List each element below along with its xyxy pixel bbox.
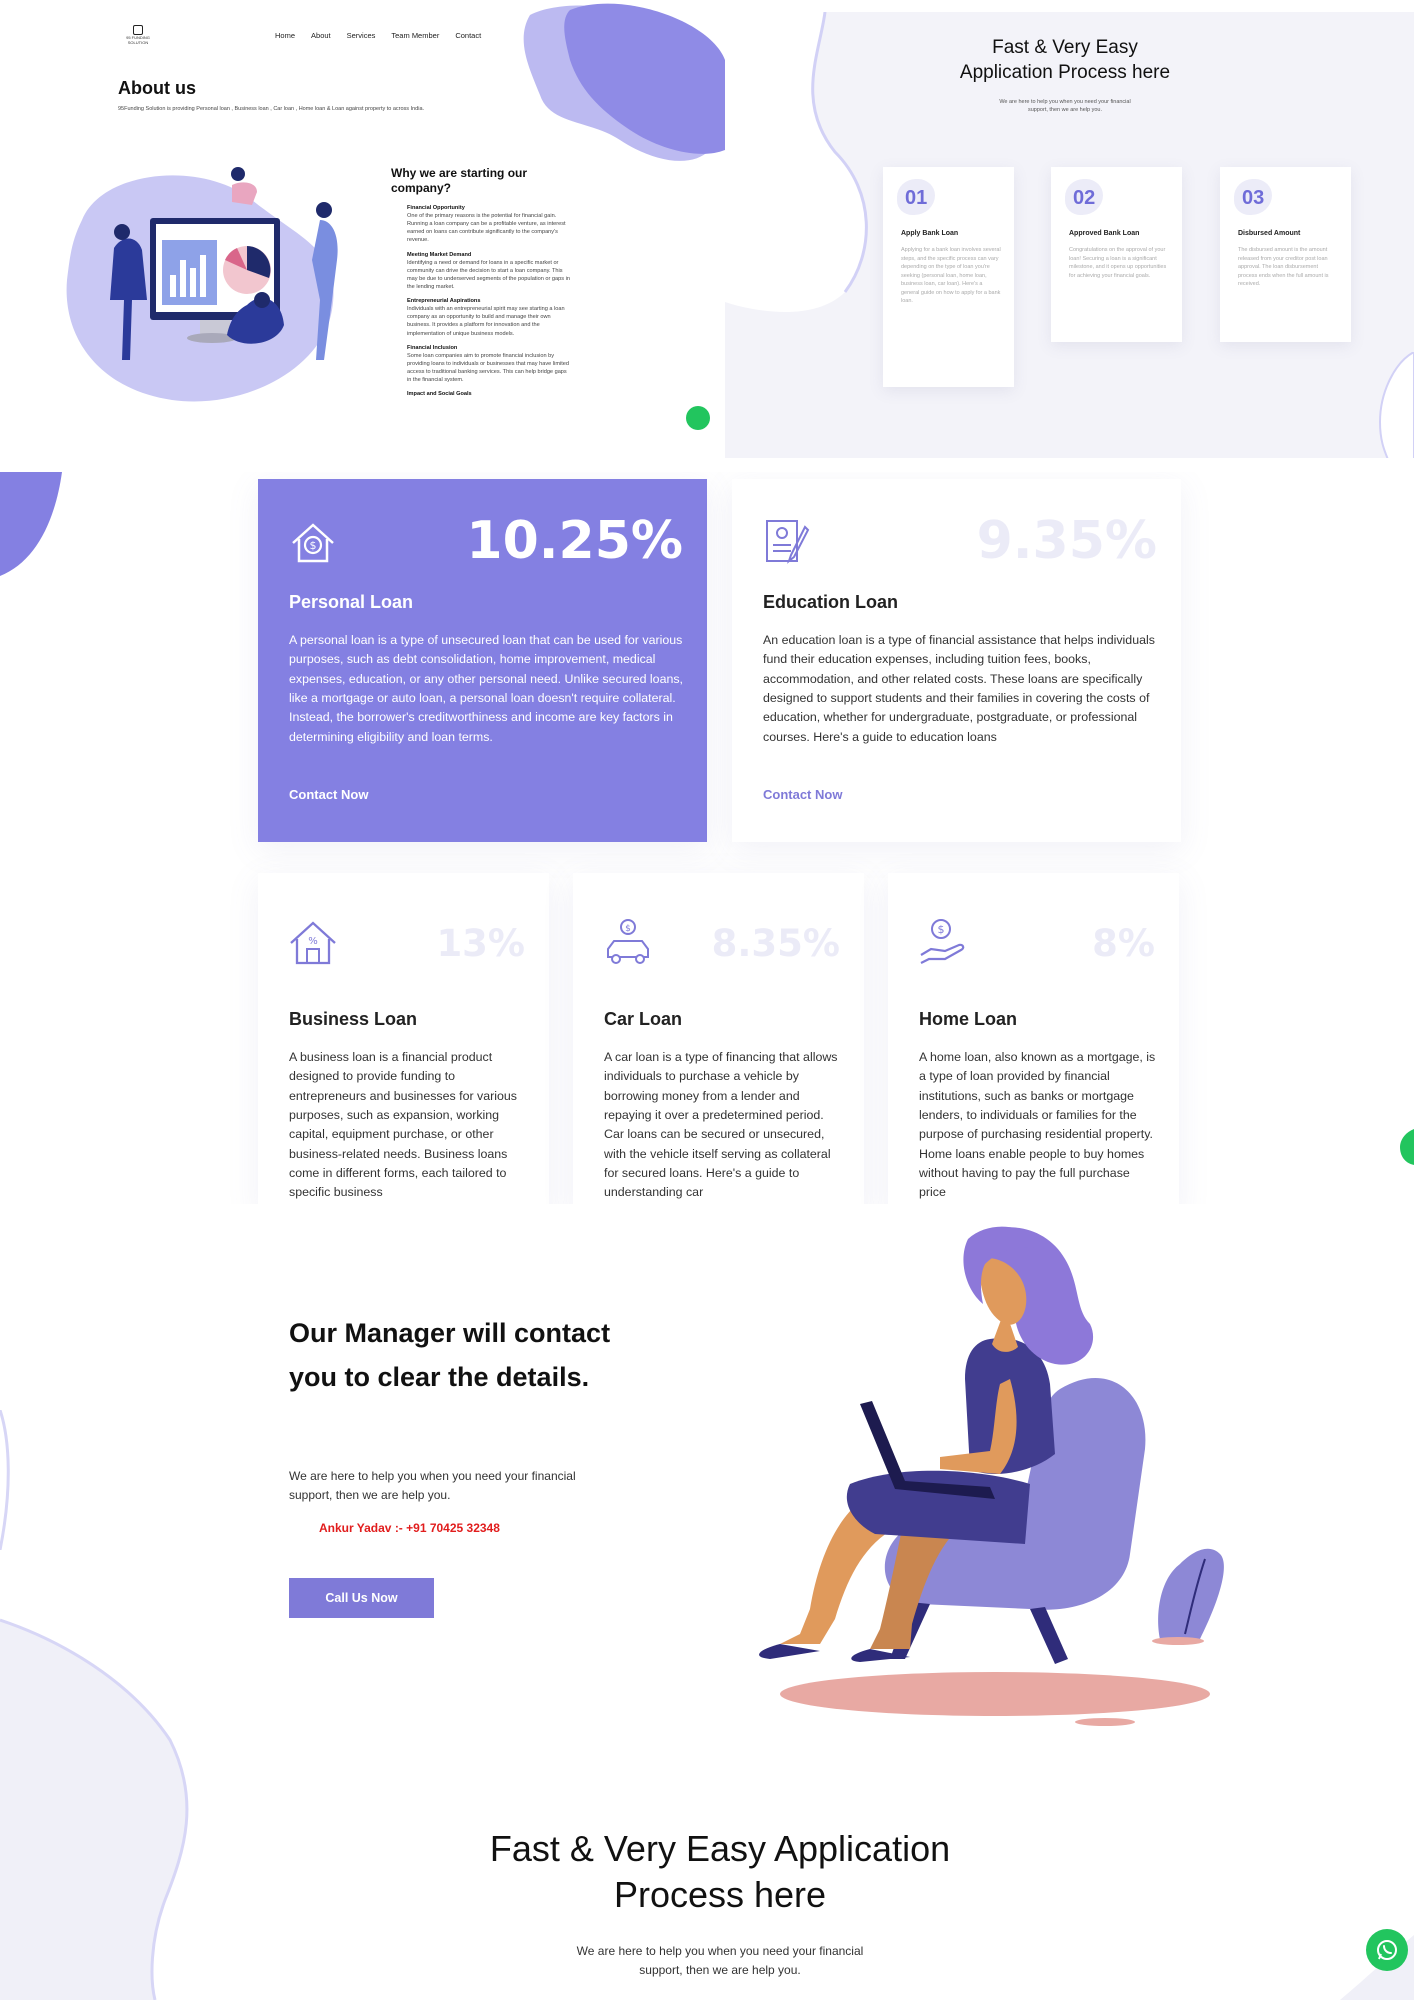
step-number: 02: [1073, 187, 1096, 209]
loan-card-home: $ 8% Home Loan A home loan, also known a…: [888, 873, 1179, 1204]
reason-text: One of the primary reasons is the potent…: [407, 213, 566, 244]
main-nav: Home About Services Team Member Contact: [275, 31, 481, 40]
about-section: 95 FUNDING SOLUTION Home About Services …: [0, 0, 725, 460]
reason-heading: Entrepreneurial Aspirations: [407, 298, 481, 305]
manager-title: Our Manager will contact you to clear th…: [289, 1318, 611, 1392]
reason-item: Financial Inclusion Some loan companies a…: [407, 344, 572, 385]
loan-title: Business Loan: [289, 1009, 418, 1029]
loan-title: Home Loan: [919, 1009, 1018, 1029]
reason-heading: Meeting Market Demand: [407, 251, 472, 258]
manager-subtitle: We are here to help you when you need yo…: [289, 1469, 576, 1502]
step-title: Approved Bank Loan: [1069, 230, 1140, 237]
step-number: 01: [905, 187, 928, 209]
about-subtitle: 95Funding Solution is providing Personal…: [118, 106, 425, 112]
reason-text: Identifying a need or demand for loans i…: [407, 259, 570, 290]
nav-team-member[interactable]: Team Member: [391, 31, 439, 40]
process-title: Fast & Very Easy Application Process her…: [959, 37, 1171, 83]
manager-phone[interactable]: Ankur Yadav :- +91 70425 32348: [319, 1521, 500, 1535]
reason-heading: Financial Inclusion: [407, 344, 458, 351]
decorative-dot: [1400, 1129, 1414, 1165]
contact-now-link[interactable]: Contact Now: [763, 787, 842, 802]
whatsapp-button[interactable]: [1366, 1929, 1408, 1971]
logo-mark-icon: [133, 25, 143, 35]
loan-description: A home loan, also known as a mortgage, i…: [919, 1050, 1156, 1200]
house-dollar-icon: $: [292, 523, 334, 563]
car-dollar-icon: $: [607, 919, 649, 964]
reason-item: Financial Opportunity One of the primary …: [407, 204, 572, 245]
chat-dot-icon[interactable]: [686, 406, 710, 430]
loan-rate: 10.25%: [466, 511, 683, 571]
loan-rate: 13%: [436, 922, 525, 965]
loan-title: Car Loan: [604, 1009, 683, 1029]
loan-rate: 9.35%: [976, 511, 1157, 571]
loan-description: A car loan is a type of financing that a…: [604, 1050, 838, 1200]
decorative-blob: [0, 472, 62, 576]
step-title: Apply Bank Loan: [901, 230, 959, 237]
reason-item: Entrepreneurial Aspirations Individuals w…: [407, 297, 572, 338]
whatsapp-icon: [1377, 1940, 1397, 1960]
nav-about[interactable]: About: [311, 31, 331, 40]
loan-card-personal: $ 10.25% Personal Loan A personal loan i…: [258, 479, 707, 842]
decorative-curve: [1378, 352, 1414, 458]
reason-text: Individuals with an entrepreneurial spir…: [407, 306, 565, 337]
step-card: 02 Approved Bank Loan Congratulations on…: [1051, 167, 1182, 342]
step-text: Applying for a bank loan involves severa…: [901, 247, 1001, 305]
certificate-icon: [766, 520, 810, 564]
nav-services[interactable]: Services: [347, 31, 376, 40]
team-presentation-illustration: [66, 167, 338, 402]
reason-item: Impact and Social Goals: [407, 390, 572, 398]
loan-rate: 8%: [1092, 922, 1155, 965]
step-number: 03: [1242, 187, 1265, 209]
woman-with-laptop-illustration: [759, 1226, 1224, 1726]
step-card: 03 Disbursed Amount The disbursed amount…: [1220, 167, 1351, 342]
svg-text:$: $: [938, 923, 945, 936]
house-percent-icon: %: [290, 921, 336, 965]
loan-title: Personal Loan: [289, 592, 414, 612]
svg-text:$: $: [625, 924, 631, 934]
reason-text: Some loan companies aim to promote finan…: [407, 352, 569, 384]
process-subtitle: We are here to help you when you need yo…: [999, 99, 1131, 114]
contact-now-link[interactable]: Contact Now: [289, 787, 368, 802]
loan-description: A personal loan is a type of unsecured l…: [289, 633, 683, 744]
loan-description: An education loan is a type of financial…: [763, 633, 1155, 744]
reasons-list: Financial Opportunity One of the primary …: [407, 204, 572, 444]
decorative-blob: [523, 3, 725, 161]
loan-card-car: $ 8.35% Car Loan A car loan is a type of…: [573, 873, 864, 1204]
manager-contact-section: Our Manager will contact you to clear th…: [0, 1204, 1414, 1726]
bottom-process-title: Fast & Very Easy Application Process her…: [489, 1828, 951, 1915]
svg-text:%: %: [308, 936, 318, 947]
hand-dollar-icon: $: [920, 919, 965, 964]
loan-card-education: 9.35% Education Loan An education loan i…: [732, 479, 1181, 842]
loan-description: A business loan is a financial product d…: [289, 1050, 517, 1200]
step-text: Congratulations on the approval of your …: [1069, 247, 1167, 279]
process-section: Fast & Very Easy Application Process her…: [725, 12, 1414, 458]
step-card: 01 Apply Bank Loan Applying for a bank l…: [883, 167, 1014, 387]
bottom-process-subtitle: We are here to help you when you need yo…: [576, 1944, 864, 1977]
why-title: Why we are starting our company?: [391, 166, 528, 195]
logo-text: 95 FUNDING SOLUTION: [126, 35, 150, 45]
step-text: The disbursed amount is the amount relea…: [1238, 247, 1329, 288]
nav-home[interactable]: Home: [275, 31, 295, 40]
svg-text:$: $: [310, 539, 317, 552]
loan-rate: 8.35%: [711, 922, 840, 965]
reason-heading: Financial Opportunity: [407, 205, 465, 211]
step-title: Disbursed Amount: [1238, 230, 1301, 237]
loan-types-section: $ 10.25% Personal Loan A personal loan i…: [0, 472, 1414, 1204]
loan-title: Education Loan: [763, 592, 898, 612]
decorative-wave: [725, 12, 868, 312]
call-us-now-button[interactable]: Call Us Now: [289, 1578, 434, 1618]
nav-contact[interactable]: Contact: [455, 31, 481, 40]
loan-card-business: % 13% Business Loan A business loan is a…: [258, 873, 549, 1204]
reason-heading: Impact and Social Goals: [407, 391, 472, 398]
reason-item: Meeting Market Demand Identifying a need …: [407, 251, 572, 292]
about-title: About us: [118, 78, 196, 98]
logo[interactable]: 95 FUNDING SOLUTION: [118, 25, 158, 45]
